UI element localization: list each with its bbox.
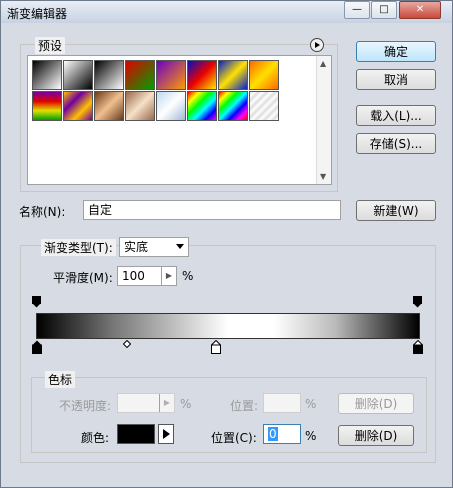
gradient-preset-swatch[interactable] [32, 60, 62, 90]
color-stop-black-left-icon[interactable] [32, 340, 42, 354]
smoothness-value: 100 [122, 269, 145, 283]
delete-opacity-stop-button: 删除(D) [338, 393, 414, 414]
presets-scrollbar[interactable]: ▲ ▼ [316, 56, 331, 184]
color-location-value: 0 [268, 427, 278, 441]
name-label: 名称(N): [19, 205, 66, 219]
scroll-down-icon[interactable]: ▼ [320, 172, 326, 181]
midpoint-diamond-icon[interactable] [123, 340, 131, 348]
gradient-preset-swatch[interactable] [94, 60, 124, 90]
chevron-down-icon [176, 244, 184, 249]
gradient-preset-swatch[interactable] [156, 91, 186, 121]
window-title: 渐变编辑器 [7, 7, 68, 21]
color-picker-button[interactable] [158, 424, 174, 444]
color-swatch[interactable] [117, 424, 155, 444]
presets-label: 预设 [35, 37, 66, 54]
minimize-button[interactable]: — [344, 1, 370, 19]
load-button[interactable]: 载入(L)... [356, 105, 436, 126]
smoothness-label: 平滑度(M): [53, 271, 113, 285]
gradient-preset-swatch[interactable] [125, 91, 155, 121]
gradient-preset-swatch[interactable] [249, 91, 279, 121]
save-button[interactable]: 存储(S)... [356, 133, 436, 154]
gradient-preset-swatch[interactable] [63, 91, 93, 121]
gradient-preset-swatch[interactable] [94, 91, 124, 121]
gradient-type-value: 实底 [124, 240, 149, 254]
gradient-preset-swatch[interactable] [187, 60, 217, 90]
opacity-location-unit: % [305, 397, 317, 411]
scroll-up-icon[interactable]: ▲ [320, 59, 326, 68]
gradient-preset-swatch[interactable] [218, 60, 248, 90]
smoothness-unit: % [182, 269, 194, 283]
close-button[interactable]: ✕ [399, 1, 441, 19]
color-location-label: 位置(C): [211, 431, 257, 445]
play-arrow-icon [163, 429, 170, 439]
opacity-spinner-icon: ▶ [159, 394, 174, 412]
opacity-stop-right-icon[interactable] [413, 296, 422, 308]
cancel-button[interactable]: 取消 [356, 69, 436, 90]
spinner-arrow-icon[interactable]: ▶ [161, 267, 176, 285]
new-button[interactable]: 新建(W) [356, 200, 436, 221]
opacity-location-input [263, 393, 301, 413]
gradient-editor-window: 渐变编辑器 — □ ✕ 预设 ▲ ▼ 确定 取消 载入(L)... 存储(S).… [0, 0, 453, 488]
gradient-preset-swatch[interactable] [156, 60, 186, 90]
gradient-type-label: 渐变类型(T): [41, 239, 116, 256]
gradient-preset-swatch[interactable] [187, 91, 217, 121]
gradient-preset-swatch[interactable] [218, 91, 248, 121]
gradient-preview-bar[interactable] [36, 313, 420, 339]
color-stop-black-right-icon[interactable] [413, 340, 423, 354]
opacity-input: ▶ [117, 393, 175, 413]
maximize-button[interactable]: □ [371, 1, 397, 19]
gradient-preset-swatch[interactable] [249, 60, 279, 90]
gradient-preset-swatch[interactable] [125, 60, 155, 90]
stops-group-label: 色标 [45, 371, 76, 388]
opacity-label: 不透明度: [59, 399, 112, 413]
presets-menu-icon[interactable] [310, 38, 324, 52]
name-input[interactable]: 自定 [83, 200, 341, 220]
gradient-preset-swatch[interactable] [32, 91, 62, 121]
title-bar[interactable]: 渐变编辑器 — □ ✕ [1, 1, 452, 23]
color-stop-white-icon[interactable] [211, 340, 221, 354]
opacity-stop-left-icon[interactable] [32, 296, 41, 308]
gradient-preset-swatch[interactable] [63, 60, 93, 90]
ok-button[interactable]: 确定 [356, 41, 436, 62]
opacity-unit: % [180, 397, 192, 411]
presets-list: ▲ ▼ [27, 55, 332, 185]
opacity-location-label: 位置: [230, 399, 259, 413]
color-location-input[interactable]: 0 [263, 424, 301, 444]
gradient-type-select[interactable]: 实底 [119, 237, 189, 257]
color-location-unit: % [305, 429, 317, 443]
smoothness-input[interactable]: 100 ▶ [117, 266, 177, 286]
color-label: 颜色: [81, 431, 110, 445]
delete-color-stop-button[interactable]: 删除(D) [338, 425, 414, 446]
